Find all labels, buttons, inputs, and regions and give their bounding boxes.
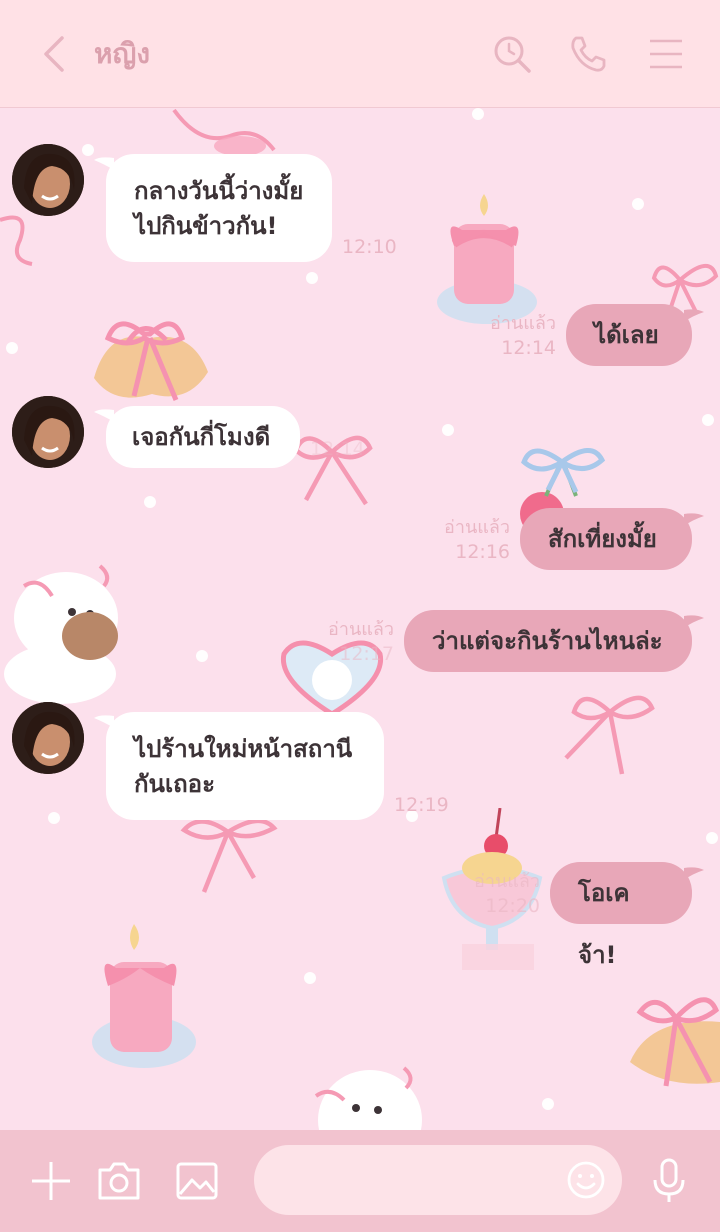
message-text: ว่าแต่จะกินร้านไหนล่ะ	[432, 627, 663, 655]
sparkle-dot	[472, 108, 484, 120]
search-icon[interactable]	[490, 32, 534, 76]
message-text: เจอกันกี่โมงดี	[132, 423, 271, 451]
croissant-illustration	[630, 997, 720, 1087]
sparkle-dot	[442, 424, 454, 436]
sparkle-dot	[702, 414, 714, 426]
read-receipt: อ่านแล้ว	[490, 313, 556, 334]
contact-photo	[12, 702, 84, 774]
candle-illustration	[92, 924, 196, 1068]
message-text: ไปร้านใหม่หน้าสถานี	[134, 735, 353, 763]
puppy-illustration	[314, 1066, 422, 1132]
ribbon-illustration	[180, 818, 278, 893]
sparkle-dot	[632, 198, 644, 210]
message-time: 12:14	[501, 337, 556, 359]
ribbon-illustration	[564, 695, 655, 775]
read-receipt: อ่านแล้ว	[474, 871, 540, 892]
chat-header: หญิง	[0, 0, 720, 108]
outgoing-message-bubble[interactable]: โอเคจ้า!	[550, 862, 692, 969]
message-meta: อ่านแล้ว 12:17	[308, 618, 394, 666]
plus-icon[interactable]	[28, 1158, 74, 1204]
incoming-message-bubble[interactable]: ไปร้านใหม่หน้าสถานี กันเถอะ	[106, 712, 384, 820]
message-time: 12:17	[339, 643, 394, 665]
message-meta: อ่านแล้ว 12:20	[454, 870, 540, 918]
sparkle-dot	[706, 832, 718, 844]
message-time: 12:19	[394, 794, 449, 816]
avatar[interactable]	[12, 702, 84, 774]
sparkle-dot	[144, 496, 156, 508]
croissant-illustration	[94, 321, 208, 401]
message-time: 12:20	[485, 895, 540, 917]
candle-illustration	[437, 194, 537, 324]
puppy-illustration	[4, 564, 118, 704]
message-text: ได้เลย	[594, 321, 659, 349]
message-text: โอเคจ้า!	[578, 879, 630, 969]
message-text: สักเที่ยงมั้ย	[548, 525, 657, 553]
contact-name[interactable]: หญิง	[94, 34, 150, 74]
incoming-message-bubble[interactable]: เจอกันกี่โมงดี	[106, 406, 300, 468]
sparkle-dot	[6, 342, 18, 354]
outgoing-message-bubble[interactable]: ได้เลย	[566, 304, 692, 366]
sparkle-dot	[542, 1098, 554, 1110]
avatar[interactable]	[12, 144, 84, 216]
message-time: 12:16	[455, 541, 510, 563]
incoming-message-bubble[interactable]: กลางวันนี้ว่างมั้ย ไปกินข้าวกัน!	[106, 154, 332, 262]
camera-icon[interactable]	[96, 1158, 142, 1204]
message-meta: อ่านแล้ว 12:14	[470, 312, 556, 360]
message-time: 12:14	[310, 438, 365, 460]
outgoing-message-bubble[interactable]: ว่าแต่จะกินร้านไหนล่ะ	[404, 610, 692, 672]
microphone-icon[interactable]	[646, 1158, 692, 1204]
contact-photo	[12, 396, 84, 468]
sparkle-dot	[304, 972, 316, 984]
read-receipt: อ่านแล้ว	[444, 517, 510, 538]
mirror-illustration	[172, 108, 276, 156]
read-receipt: อ่านแล้ว	[328, 619, 394, 640]
phone-icon[interactable]	[566, 32, 610, 76]
sparkle-dot	[48, 812, 60, 824]
message-text: กันเถอะ	[134, 770, 215, 798]
chevron-left-icon[interactable]	[36, 32, 72, 76]
sparkle-dot	[306, 272, 318, 284]
message-meta: อ่านแล้ว 12:16	[424, 516, 510, 564]
image-icon[interactable]	[174, 1158, 220, 1204]
menu-icon[interactable]	[644, 32, 688, 76]
contact-photo	[12, 144, 84, 216]
message-text: ไปกินข้าวกัน!	[134, 212, 278, 240]
message-time: 12:10	[342, 236, 397, 258]
outgoing-message-bubble[interactable]: สักเที่ยงมั้ย	[520, 508, 692, 570]
avatar[interactable]	[12, 396, 84, 468]
sparkle-dot	[196, 650, 208, 662]
smiley-icon[interactable]	[566, 1160, 606, 1200]
message-text: กลางวันนี้ว่างมั้ย	[134, 177, 304, 205]
